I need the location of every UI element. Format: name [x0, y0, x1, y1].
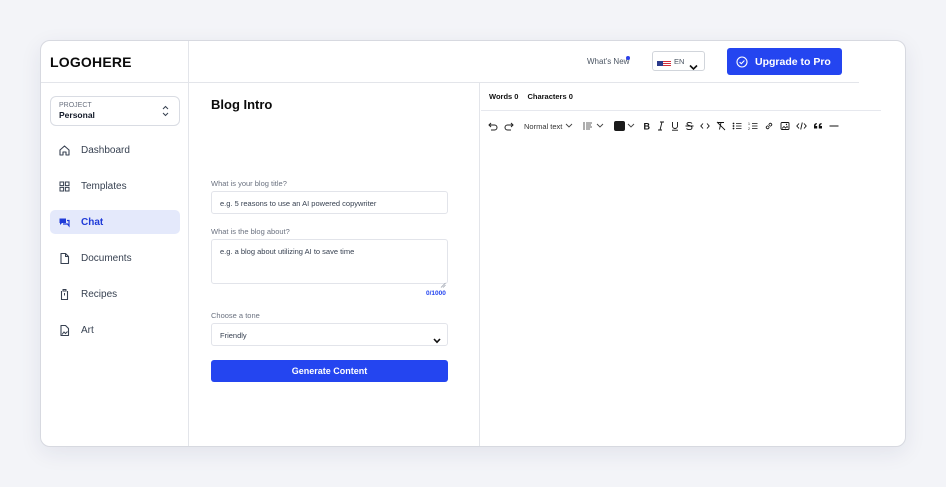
sidebar-nav: Dashboard Templates Chat Documents Recip… — [50, 138, 180, 354]
sidebar-item-label: Templates — [81, 180, 127, 192]
code-icon[interactable] — [700, 119, 711, 133]
underline-icon[interactable] — [671, 119, 679, 133]
text-color-dropdown[interactable] — [614, 119, 635, 133]
upgrade-button[interactable]: Upgrade to Pro — [727, 48, 842, 75]
tone-label: Choose a tone — [211, 311, 260, 320]
sidebar-divider — [41, 82, 189, 83]
blog-about-label: What is the blog about? — [211, 227, 290, 236]
chevron-down-icon — [628, 123, 635, 128]
sidebar-item-label: Documents — [81, 252, 132, 264]
project-value: Personal — [59, 110, 95, 120]
blog-title-label: What is your blog title? — [211, 179, 287, 188]
resize-handle-icon[interactable] — [440, 275, 446, 288]
sidebar: LOGOHERE PROJECT Personal Dashboard Temp… — [41, 41, 189, 446]
italic-icon[interactable] — [657, 119, 665, 133]
sidebar-item-recipes[interactable]: Recipes — [50, 282, 180, 306]
language-selector[interactable]: EN — [652, 51, 705, 71]
embed-code-icon[interactable] — [796, 119, 808, 133]
word-count: Words 0 — [489, 92, 519, 101]
blog-title-input[interactable]: e.g. 5 reasons to use an AI powered copy… — [211, 191, 448, 214]
color-swatch — [614, 121, 626, 131]
word-character-counts: Words 0 Characters 0 — [489, 92, 573, 101]
quote-icon[interactable] — [813, 119, 823, 133]
chat-icon — [58, 216, 71, 229]
grid-icon — [58, 180, 71, 193]
svg-text:2: 2 — [748, 127, 750, 131]
chevron-down-icon — [433, 331, 441, 344]
undo-icon[interactable] — [488, 119, 498, 133]
blog-about-textarea[interactable]: e.g. a blog about utilizing AI to save t… — [211, 239, 448, 284]
text-style-dropdown[interactable]: Normal text — [524, 119, 573, 133]
align-dropdown[interactable] — [583, 119, 604, 133]
project-selector[interactable]: PROJECT Personal — [50, 96, 180, 126]
sidebar-item-label: Chat — [81, 216, 104, 228]
project-label: PROJECT — [59, 102, 92, 109]
link-icon[interactable] — [764, 119, 774, 133]
sidebar-item-documents[interactable]: Documents — [50, 246, 180, 270]
redo-icon[interactable] — [504, 119, 514, 133]
editor-toolbar: Normal text B 1 2 — [488, 119, 845, 133]
us-flag-icon — [657, 57, 671, 66]
image-icon — [58, 324, 71, 337]
app-window: LOGOHERE PROJECT Personal Dashboard Temp… — [40, 40, 906, 447]
image-icon[interactable] — [780, 119, 790, 133]
page-title: Blog Intro — [211, 97, 273, 112]
character-count: Characters 0 — [527, 92, 573, 101]
sidebar-item-label: Dashboard — [81, 144, 130, 156]
sidebar-item-art[interactable]: Art — [50, 318, 180, 342]
align-left-icon — [583, 122, 593, 130]
character-counter: 0/1000 — [426, 290, 446, 297]
sidebar-item-label: Art — [81, 324, 94, 336]
sidebar-item-dashboard[interactable]: Dashboard — [50, 138, 180, 162]
tone-select[interactable]: Friendly — [211, 323, 448, 346]
upgrade-label: Upgrade to Pro — [755, 55, 831, 68]
chevron-down-icon — [597, 123, 604, 128]
home-icon — [58, 144, 71, 157]
bold-icon[interactable]: B — [643, 119, 651, 133]
chevron-up-down-icon — [161, 103, 170, 119]
chevron-down-icon — [566, 123, 573, 128]
text-style-label: Normal text — [524, 121, 563, 131]
check-badge-icon — [736, 55, 748, 68]
notification-dot — [626, 56, 630, 60]
generate-content-label: Generate Content — [291, 366, 368, 376]
clear-formatting-icon[interactable] — [716, 119, 726, 133]
numbered-list-icon[interactable]: 12 — [748, 119, 758, 133]
generate-content-button[interactable]: Generate Content — [211, 360, 448, 382]
sidebar-item-chat[interactable]: Chat — [50, 210, 180, 234]
horizontal-rule-icon[interactable] — [829, 119, 839, 133]
logo: LOGOHERE — [50, 54, 132, 70]
strikethrough-icon[interactable] — [685, 119, 694, 133]
editor-panel: Words 0 Characters 0 Normal text B 1 2 — [481, 83, 905, 446]
language-label: EN — [674, 56, 685, 66]
svg-text:1: 1 — [748, 122, 750, 126]
recipe-icon — [58, 288, 71, 301]
document-icon — [58, 252, 71, 265]
chevron-down-icon — [689, 58, 698, 71]
toolbar-divider — [481, 110, 881, 111]
blog-intro-form: Blog Intro What is your blog title? e.g.… — [189, 83, 480, 446]
bullet-list-icon[interactable] — [732, 119, 742, 133]
svg-text:B: B — [644, 122, 651, 132]
sidebar-item-templates[interactable]: Templates — [50, 174, 180, 198]
whats-new-link[interactable]: What's New — [587, 57, 629, 66]
sidebar-item-label: Recipes — [81, 288, 118, 300]
